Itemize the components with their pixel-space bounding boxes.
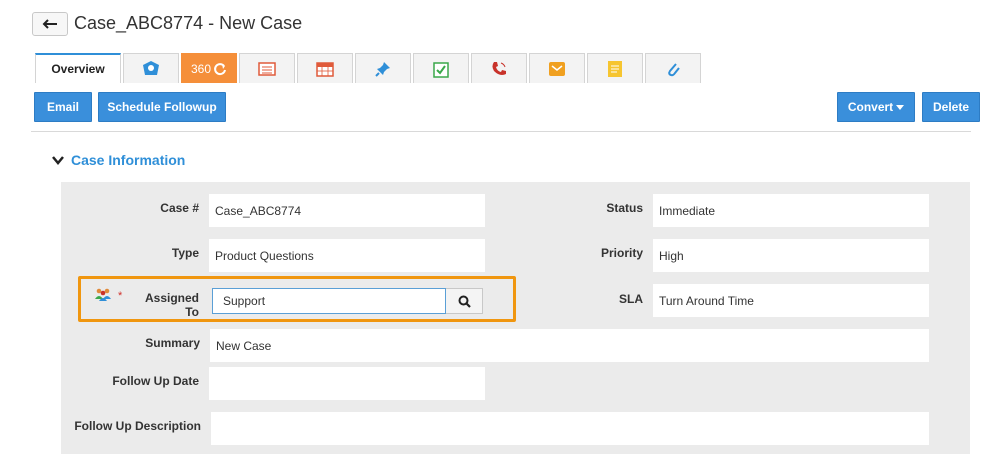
priority-field[interactable]: High xyxy=(653,239,929,272)
follow-up-date-field[interactable] xyxy=(209,367,485,400)
profile-icon xyxy=(143,60,159,75)
tab-note[interactable] xyxy=(587,53,643,83)
summary-field[interactable]: New Case xyxy=(210,329,929,362)
tab-pin[interactable] xyxy=(355,53,411,83)
tab-bar: Overview 360 xyxy=(35,53,703,83)
case-number-label: Case # xyxy=(160,201,199,215)
case-number-field[interactable]: Case_ABC8774 xyxy=(209,194,485,227)
search-icon xyxy=(458,295,471,308)
sla-field[interactable]: Turn Around Time xyxy=(653,284,929,317)
section-title: Case Information xyxy=(71,152,186,168)
back-button[interactable] xyxy=(32,12,68,36)
note-icon xyxy=(608,60,622,77)
pin-icon xyxy=(375,61,390,77)
calendar-icon xyxy=(316,61,334,77)
convert-button[interactable]: Convert xyxy=(837,92,915,122)
task-icon xyxy=(433,61,449,78)
tab-attachment[interactable] xyxy=(645,53,701,83)
priority-label: Priority xyxy=(600,246,643,260)
tab-overview[interactable]: Overview xyxy=(35,53,121,83)
assigned-to-label: Assigned To xyxy=(144,291,199,319)
type-field[interactable]: Product Questions xyxy=(209,239,485,272)
tab-call[interactable] xyxy=(471,53,527,83)
tab-list[interactable] xyxy=(239,53,295,83)
delete-button[interactable]: Delete xyxy=(922,92,980,122)
toolbar-divider xyxy=(31,131,971,132)
section-header[interactable]: Case Information xyxy=(52,152,185,168)
back-arrow-icon xyxy=(42,19,57,29)
assigned-to-search-button[interactable] xyxy=(446,288,483,314)
sla-label: SLA xyxy=(619,292,643,306)
page-title: Case_ABC8774 - New Case xyxy=(74,13,303,33)
call-icon xyxy=(492,61,506,75)
schedule-followup-button[interactable]: Schedule Followup xyxy=(98,92,226,122)
type-label: Type xyxy=(171,246,199,260)
required-mark: * xyxy=(118,290,123,302)
status-field[interactable]: Immediate xyxy=(653,194,929,227)
convert-label: Convert xyxy=(847,100,894,114)
follow-up-description-field[interactable] xyxy=(211,412,929,445)
email-button[interactable]: Email xyxy=(34,92,92,122)
follow-up-description-label: Follow Up Description xyxy=(74,419,201,433)
chevron-down-icon xyxy=(52,155,64,165)
mail-icon xyxy=(549,61,565,76)
tab-task[interactable] xyxy=(413,53,469,83)
tab-calendar[interactable] xyxy=(297,53,353,83)
refresh-icon xyxy=(214,62,226,75)
caret-down-icon xyxy=(896,104,905,110)
assigned-to-input[interactable]: Support xyxy=(212,288,446,314)
status-label: Status xyxy=(606,201,643,215)
users-icon xyxy=(94,287,112,306)
follow-up-date-label: Follow Up Date xyxy=(112,374,199,388)
list-icon xyxy=(258,61,276,76)
summary-label: Summary xyxy=(145,336,200,350)
attachment-icon xyxy=(668,62,680,76)
tab-profile[interactable] xyxy=(123,53,179,83)
tab-360-label: 360 xyxy=(190,61,212,76)
tab-360[interactable]: 360 xyxy=(181,53,237,83)
tab-mail[interactable] xyxy=(529,53,585,83)
